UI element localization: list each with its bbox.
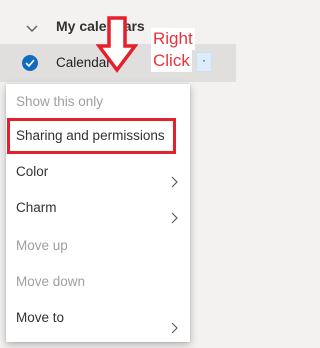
menu-item-move-down: Move down bbox=[6, 264, 190, 300]
menu-item-label: Move up bbox=[16, 238, 68, 253]
annotation-right: Right bbox=[151, 28, 195, 50]
checkmark-icon[interactable] bbox=[22, 55, 38, 71]
menu-item-move-up: Move up bbox=[6, 228, 190, 264]
menu-item-label: Charm bbox=[16, 200, 57, 215]
more-options-button[interactable]: · bbox=[196, 52, 212, 72]
menu-item-label: Move down bbox=[16, 274, 86, 289]
highlight-annotation-box bbox=[7, 118, 176, 154]
menu-item-label: Show this only bbox=[16, 94, 104, 109]
chevron-down-icon[interactable] bbox=[26, 20, 38, 38]
menu-item-label: Move to bbox=[16, 310, 65, 325]
annotation-click: Click bbox=[151, 50, 192, 72]
chevron-right-icon bbox=[171, 312, 178, 348]
menu-item-label: Color bbox=[16, 164, 49, 179]
menu-item-charm[interactable]: Charm bbox=[6, 190, 190, 226]
menu-item-move-to[interactable]: Move to bbox=[6, 300, 190, 336]
menu-item-color[interactable]: Color bbox=[6, 154, 190, 190]
down-arrow-annotation-icon bbox=[96, 16, 138, 73]
menu-item-show-this-only: Show this only bbox=[6, 84, 190, 120]
